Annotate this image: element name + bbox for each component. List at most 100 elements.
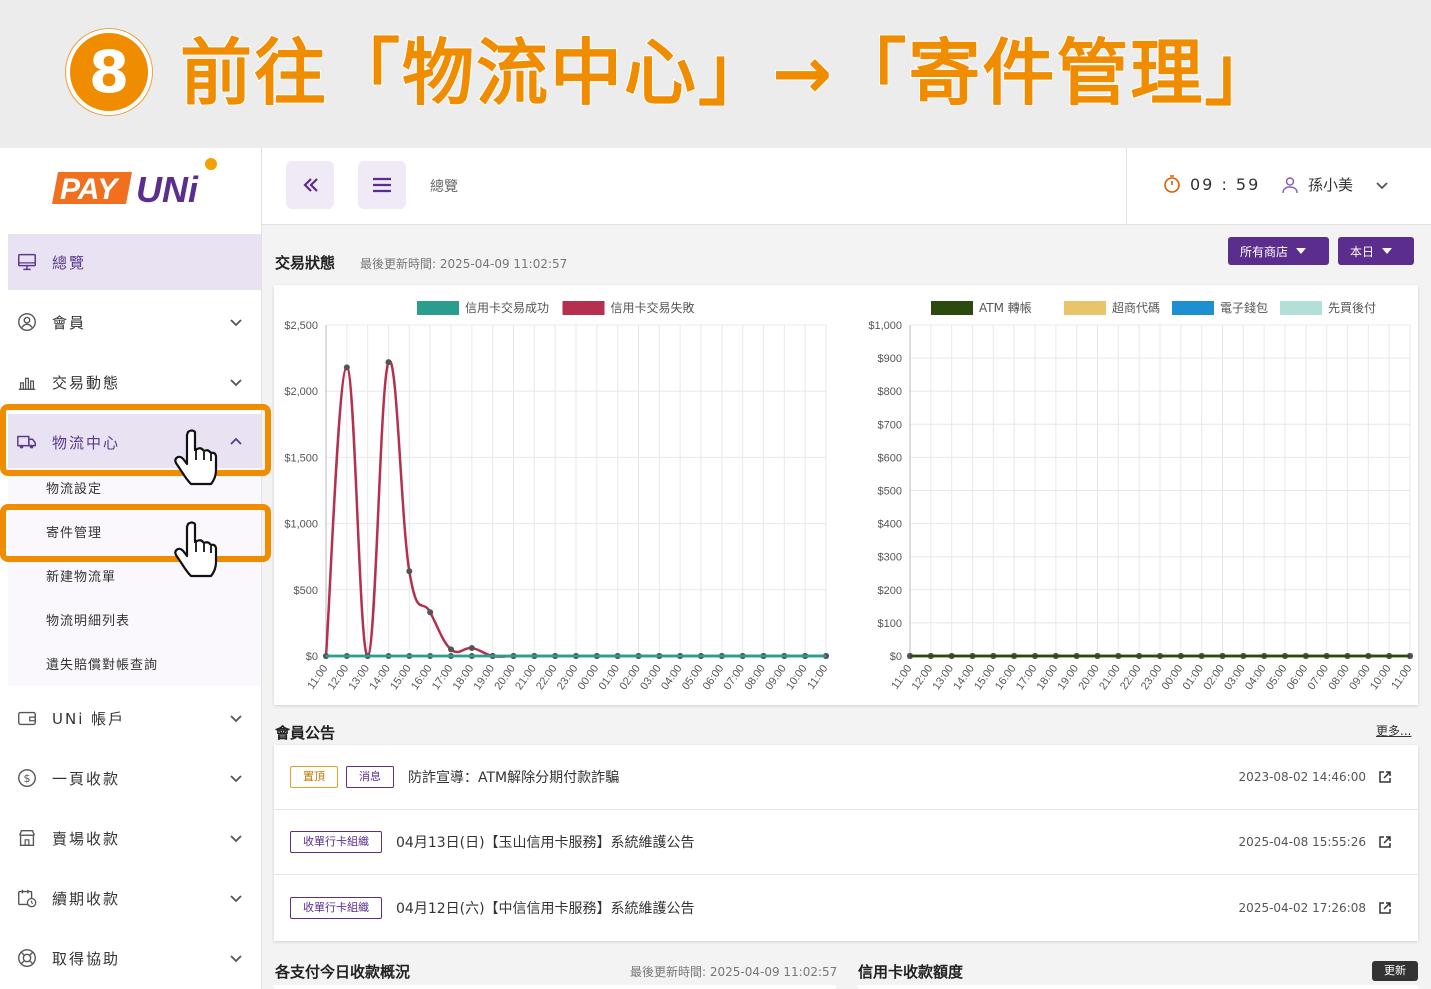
- session-timer: 09 : 59: [1162, 174, 1260, 194]
- transaction-charts: $0 $500 $1,000 $1,500 $2,000 $2,500 11:00 12:00…: [284, 300, 1414, 692]
- user-name: 孫小美: [1308, 176, 1354, 194]
- y-tick-label: $500: [878, 486, 902, 498]
- legend-label: 超商代碼: [1112, 300, 1160, 315]
- legend-label: 電子錢包: [1220, 300, 1268, 315]
- external-link-icon[interactable]: [1378, 770, 1392, 784]
- x-tick-label: 04:00: [1243, 663, 1269, 692]
- chevron-down-icon: [230, 775, 242, 783]
- x-tick-label: 16:00: [993, 663, 1019, 692]
- subitem-new-shipment[interactable]: 新建物流單: [8, 556, 261, 600]
- x-tick-label: 09:00: [763, 663, 789, 692]
- menu-button[interactable]: [358, 161, 406, 209]
- highlight-logistics: [0, 404, 271, 476]
- y-tick-label: $2,500: [284, 320, 318, 332]
- period-select-button[interactable]: 本日: [1338, 237, 1414, 265]
- list-item[interactable]: 收單行卡組織 04月13日(日)【玉山信用卡服務】系統維護公告 2025-04-…: [274, 810, 1418, 875]
- external-link-icon[interactable]: [1378, 901, 1392, 915]
- dollar-circle-icon: $: [18, 769, 36, 787]
- x-tick-label: 06:00: [1285, 663, 1311, 692]
- y-tick-label: $500: [294, 585, 318, 597]
- subitem-shipment-list[interactable]: 物流明細列表: [8, 600, 261, 644]
- x-tick-label: 14:00: [951, 663, 977, 692]
- legend-swatch: [417, 301, 459, 315]
- y-tick-label: $400: [878, 519, 902, 531]
- x-tick-label: 03:00: [638, 663, 664, 692]
- legend-label: ATM 轉帳: [979, 301, 1032, 315]
- x-tick-label: 08:00: [1326, 663, 1352, 692]
- sidebar-item-store-payment[interactable]: 賣場收款: [8, 810, 261, 866]
- x-tick-label: 21:00: [1097, 663, 1123, 692]
- caret-down-icon: [1296, 248, 1307, 254]
- payments-overview-title: 各支付今日收款概況: [275, 963, 411, 981]
- x-tick-label: 01:00: [597, 663, 623, 692]
- sidebar-item-overview[interactable]: 總覽: [8, 234, 261, 290]
- category-tag: 收單行卡組織: [290, 831, 382, 853]
- list-item[interactable]: 置頂 消息 防詐宣導：ATM解除分期付款詐騙 2023-08-02 14:46:…: [274, 745, 1418, 810]
- store-select-label: 所有商店: [1240, 244, 1289, 259]
- x-tick-label: 05:00: [1264, 663, 1290, 692]
- subitem-loss-compensation[interactable]: 遺失賠償對帳查詢: [8, 644, 261, 686]
- y-tick-label: $300: [878, 552, 902, 564]
- legend-swatch: [1280, 301, 1322, 315]
- more-notices-link[interactable]: 更多...: [1376, 722, 1411, 739]
- period-select-label: 本日: [1350, 244, 1375, 259]
- wallet-icon: [18, 711, 36, 726]
- payments-card-edge: [274, 985, 836, 989]
- main-content: 交易狀態 最後更新時間: 2025-04-09 11:02:57 所有商店 本日…: [262, 225, 1431, 989]
- notice-date: 2025-04-02 17:26:08: [1238, 900, 1366, 915]
- sidebar-item-renewal-payment[interactable]: 續期收款: [8, 870, 261, 926]
- x-tick-label: 00:00: [576, 663, 602, 692]
- list-item[interactable]: 收單行卡組織 04月12日(六)【中信信用卡服務】系統維護公告 2025-04-…: [274, 875, 1418, 940]
- chevron-down-icon: [230, 835, 242, 843]
- transaction-charts-card: $0 $500 $1,000 $1,500 $2,000 $2,500 11:00 12:00…: [274, 285, 1418, 705]
- y-tick-label: $1,500: [284, 452, 318, 464]
- y-tick-label: $1,000: [868, 320, 902, 332]
- x-tick-label: 13:00: [347, 663, 373, 692]
- x-tick-label: 15:00: [388, 663, 414, 692]
- legend-label: 信用卡交易成功: [465, 300, 549, 315]
- sidebar-item-onepage-payment[interactable]: $ 一頁收款: [8, 750, 261, 806]
- sidebar-item-label: 賣場收款: [52, 829, 121, 848]
- user-menu[interactable]: 孫小美: [1280, 174, 1389, 195]
- y-tick-label: $100: [878, 618, 902, 630]
- user-icon: [1282, 176, 1298, 193]
- external-link-icon[interactable]: [1378, 835, 1392, 849]
- sidebar-item-member[interactable]: 會員: [8, 294, 261, 350]
- sidebar-item-label: UNi 帳戶: [52, 709, 126, 728]
- x-tick-label: 20:00: [492, 663, 518, 692]
- x-tick-label: 15:00: [972, 663, 998, 692]
- x-tick-label: 19:00: [1056, 663, 1082, 692]
- step-number: 8: [66, 29, 152, 115]
- chevron-down-icon: [230, 895, 242, 903]
- lifebuoy-icon: [18, 949, 36, 967]
- sidebar-item-help[interactable]: 取得協助: [8, 930, 261, 986]
- y-tick-label: $800: [878, 386, 902, 398]
- x-tick-label: 08:00: [742, 663, 768, 692]
- store-select-button[interactable]: 所有商店: [1228, 237, 1329, 265]
- data-point: [406, 568, 413, 575]
- double-chevron-left-icon: [303, 178, 318, 192]
- sidebar-item-uni-account[interactable]: UNi 帳戶: [8, 690, 261, 746]
- pinned-tag: 置頂: [290, 766, 338, 788]
- notice-date: 2025-04-08 15:55:26: [1238, 835, 1366, 849]
- svg-text:UNi: UNi: [136, 169, 199, 208]
- hamburger-icon: [373, 177, 391, 193]
- x-tick-label: 02:00: [617, 663, 643, 692]
- y-tick-label: $700: [878, 419, 902, 431]
- collapse-sidebar-button[interactable]: [286, 161, 334, 209]
- x-tick-label: 21:00: [513, 663, 539, 692]
- y-tick-label: $2,000: [284, 386, 318, 398]
- legend-swatch: [1064, 301, 1106, 315]
- x-tick-label: 18:00: [1035, 663, 1061, 692]
- y-tick-label: $200: [878, 585, 902, 597]
- refresh-button[interactable]: 更新: [1372, 961, 1418, 981]
- chevron-down-icon: [230, 379, 242, 387]
- data-point: [343, 364, 350, 371]
- top-bar: 總覽 09 : 59 孫小美: [262, 148, 1431, 225]
- y-tick-label: $1,000: [284, 519, 318, 531]
- sidebar-item-transactions[interactable]: 交易動態: [8, 354, 261, 410]
- breadcrumb: 總覽: [430, 179, 458, 195]
- sidebar-item-label: 續期收款: [52, 889, 121, 908]
- x-tick-label: 16:00: [409, 663, 435, 692]
- x-tick-label: 17:00: [1014, 663, 1040, 692]
